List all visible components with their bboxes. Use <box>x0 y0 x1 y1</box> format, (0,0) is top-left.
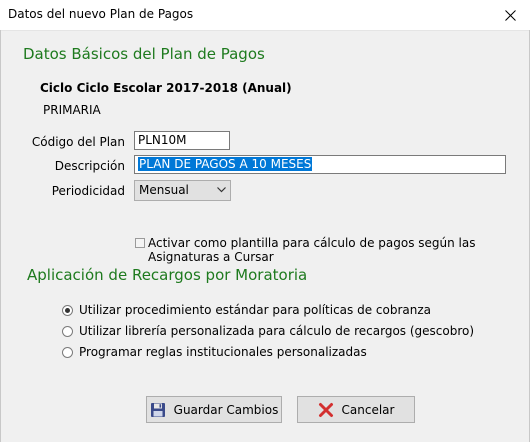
code-value: PLN10M <box>138 133 187 147</box>
radio-custom-rules-label[interactable]: Programar reglas institucionales persona… <box>79 345 367 359</box>
template-checkbox-label[interactable]: Activar como plantilla para cálculo de p… <box>148 236 530 264</box>
cancel-button[interactable]: Cancelar <box>297 396 415 423</box>
template-checkbox[interactable] <box>135 238 145 248</box>
description-input[interactable]: PLAN DE PAGOS A 10 MESES <box>134 155 506 174</box>
periodicity-value: Mensual <box>139 183 189 197</box>
code-label: Código del Plan <box>31 135 125 149</box>
red-x-icon <box>318 402 333 417</box>
floppy-disk-icon <box>150 402 165 417</box>
basics-section-title: Datos Básicos del Plan de Pagos <box>23 45 265 63</box>
radio-standard-label[interactable]: Utilizar procedimiento estándar para pol… <box>79 303 431 317</box>
cancel-button-label: Cancelar <box>341 402 395 417</box>
radio-standard[interactable] <box>62 305 73 316</box>
radio-custom-library-label[interactable]: Utilizar librería personalizada para cál… <box>79 324 474 338</box>
save-button-label: Guardar Cambios <box>173 402 279 417</box>
title-bar: Datos del nuevo Plan de Pagos <box>0 0 530 31</box>
close-icon <box>504 9 516 21</box>
chevron-down-icon <box>217 187 226 193</box>
save-button[interactable]: Guardar Cambios <box>146 396 282 423</box>
periodicity-label: Periodicidad <box>51 184 125 198</box>
cycle-label: Ciclo Ciclo Escolar 2017-2018 (Anual) <box>40 81 292 95</box>
radio-custom-library[interactable] <box>62 326 73 337</box>
description-value: PLAN DE PAGOS A 10 MESES <box>138 157 313 171</box>
window-title: Datos del nuevo Plan de Pagos <box>8 7 194 21</box>
surcharges-section-title: Aplicación de Recargos por Moratoria <box>27 266 308 284</box>
description-label: Descripción <box>54 159 125 173</box>
code-input[interactable]: PLN10M <box>134 131 230 150</box>
level-label: PRIMARIA <box>43 103 101 117</box>
radio-custom-rules[interactable] <box>62 347 73 358</box>
close-button[interactable] <box>490 0 530 30</box>
periodicity-select[interactable]: Mensual <box>134 180 231 201</box>
